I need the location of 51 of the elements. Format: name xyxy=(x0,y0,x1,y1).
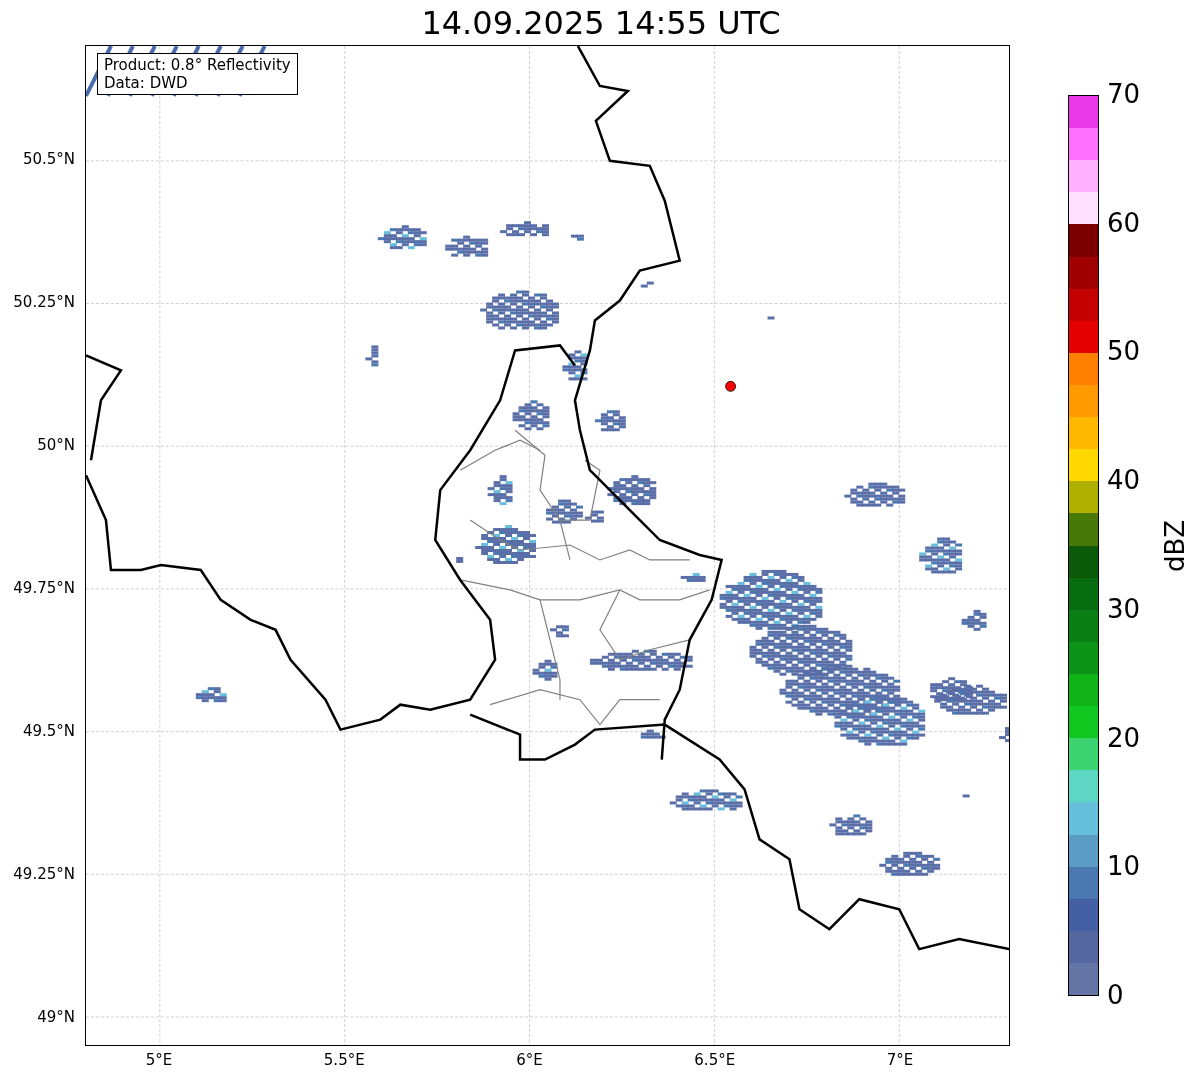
latitude-label: 50.5°N xyxy=(22,152,75,167)
precipitation-area xyxy=(999,727,1009,743)
precipitation-area xyxy=(532,659,558,681)
precipitation-area xyxy=(607,475,657,506)
precipitation-area xyxy=(475,525,536,564)
latitude-label: 49.75°N xyxy=(13,581,75,596)
longitude-label: 6.5°E xyxy=(694,1053,736,1068)
colorbar-tick-label: 20 xyxy=(1107,724,1141,751)
info-text: Data: DWD xyxy=(104,74,189,92)
precipitation-area xyxy=(570,234,584,241)
precipitation-area xyxy=(456,557,464,563)
longitude-label: 6°E xyxy=(516,1053,543,1068)
location-marker xyxy=(725,380,736,392)
precipitation-area xyxy=(365,345,379,367)
longitude-label: 5.5°E xyxy=(323,1053,365,1068)
precipitation-area xyxy=(562,350,588,381)
colorbar-tick-label: 50 xyxy=(1107,338,1141,365)
longitude-label: 7°E xyxy=(886,1053,914,1068)
precipitation-area xyxy=(962,794,970,798)
colorbar-tick-label: 40 xyxy=(1107,467,1141,494)
precipitation-area xyxy=(879,851,941,876)
latitude-label: 49.25°N xyxy=(13,867,75,882)
colorbar-label: dBZ xyxy=(1162,519,1189,572)
colorbar-tick-label: 60 xyxy=(1107,209,1141,236)
precipitation-area xyxy=(919,537,963,574)
latitude-label: 50.25°N xyxy=(13,295,75,310)
precipitation-area xyxy=(445,235,489,257)
colorbar-tick-label: 70 xyxy=(1107,81,1141,107)
precipitation-area xyxy=(844,482,906,507)
longitude-label: 5°E xyxy=(145,1053,173,1068)
colorbar-tick-label: 10 xyxy=(1107,853,1141,880)
colorbar-tick-label: 0 xyxy=(1107,982,1124,1008)
precipitation-area xyxy=(512,400,550,431)
precipitation-area xyxy=(500,221,549,237)
info-text: Product: 0.8° Reflectivity xyxy=(104,56,291,74)
latitude-label: 50°N xyxy=(37,438,75,453)
latitude-label: 49°N xyxy=(37,1010,75,1025)
precipitation-area xyxy=(829,814,873,836)
precipitation-area xyxy=(594,410,626,432)
precipitation-area xyxy=(961,609,987,631)
colorbar-tick-label: 30 xyxy=(1107,595,1141,622)
precipitation-area xyxy=(680,572,706,582)
precipitation-area xyxy=(640,281,654,288)
precipitation-area xyxy=(195,687,227,703)
precipitation-area xyxy=(487,475,513,506)
precipitation-area xyxy=(640,729,666,739)
precipitation-area xyxy=(550,625,569,638)
precipitation-area xyxy=(377,225,427,250)
latitude-label: 49.5°N xyxy=(22,724,75,739)
precipitation-area xyxy=(767,316,775,320)
chart-title: 14.09.2025 14:55 UTC xyxy=(421,6,781,39)
